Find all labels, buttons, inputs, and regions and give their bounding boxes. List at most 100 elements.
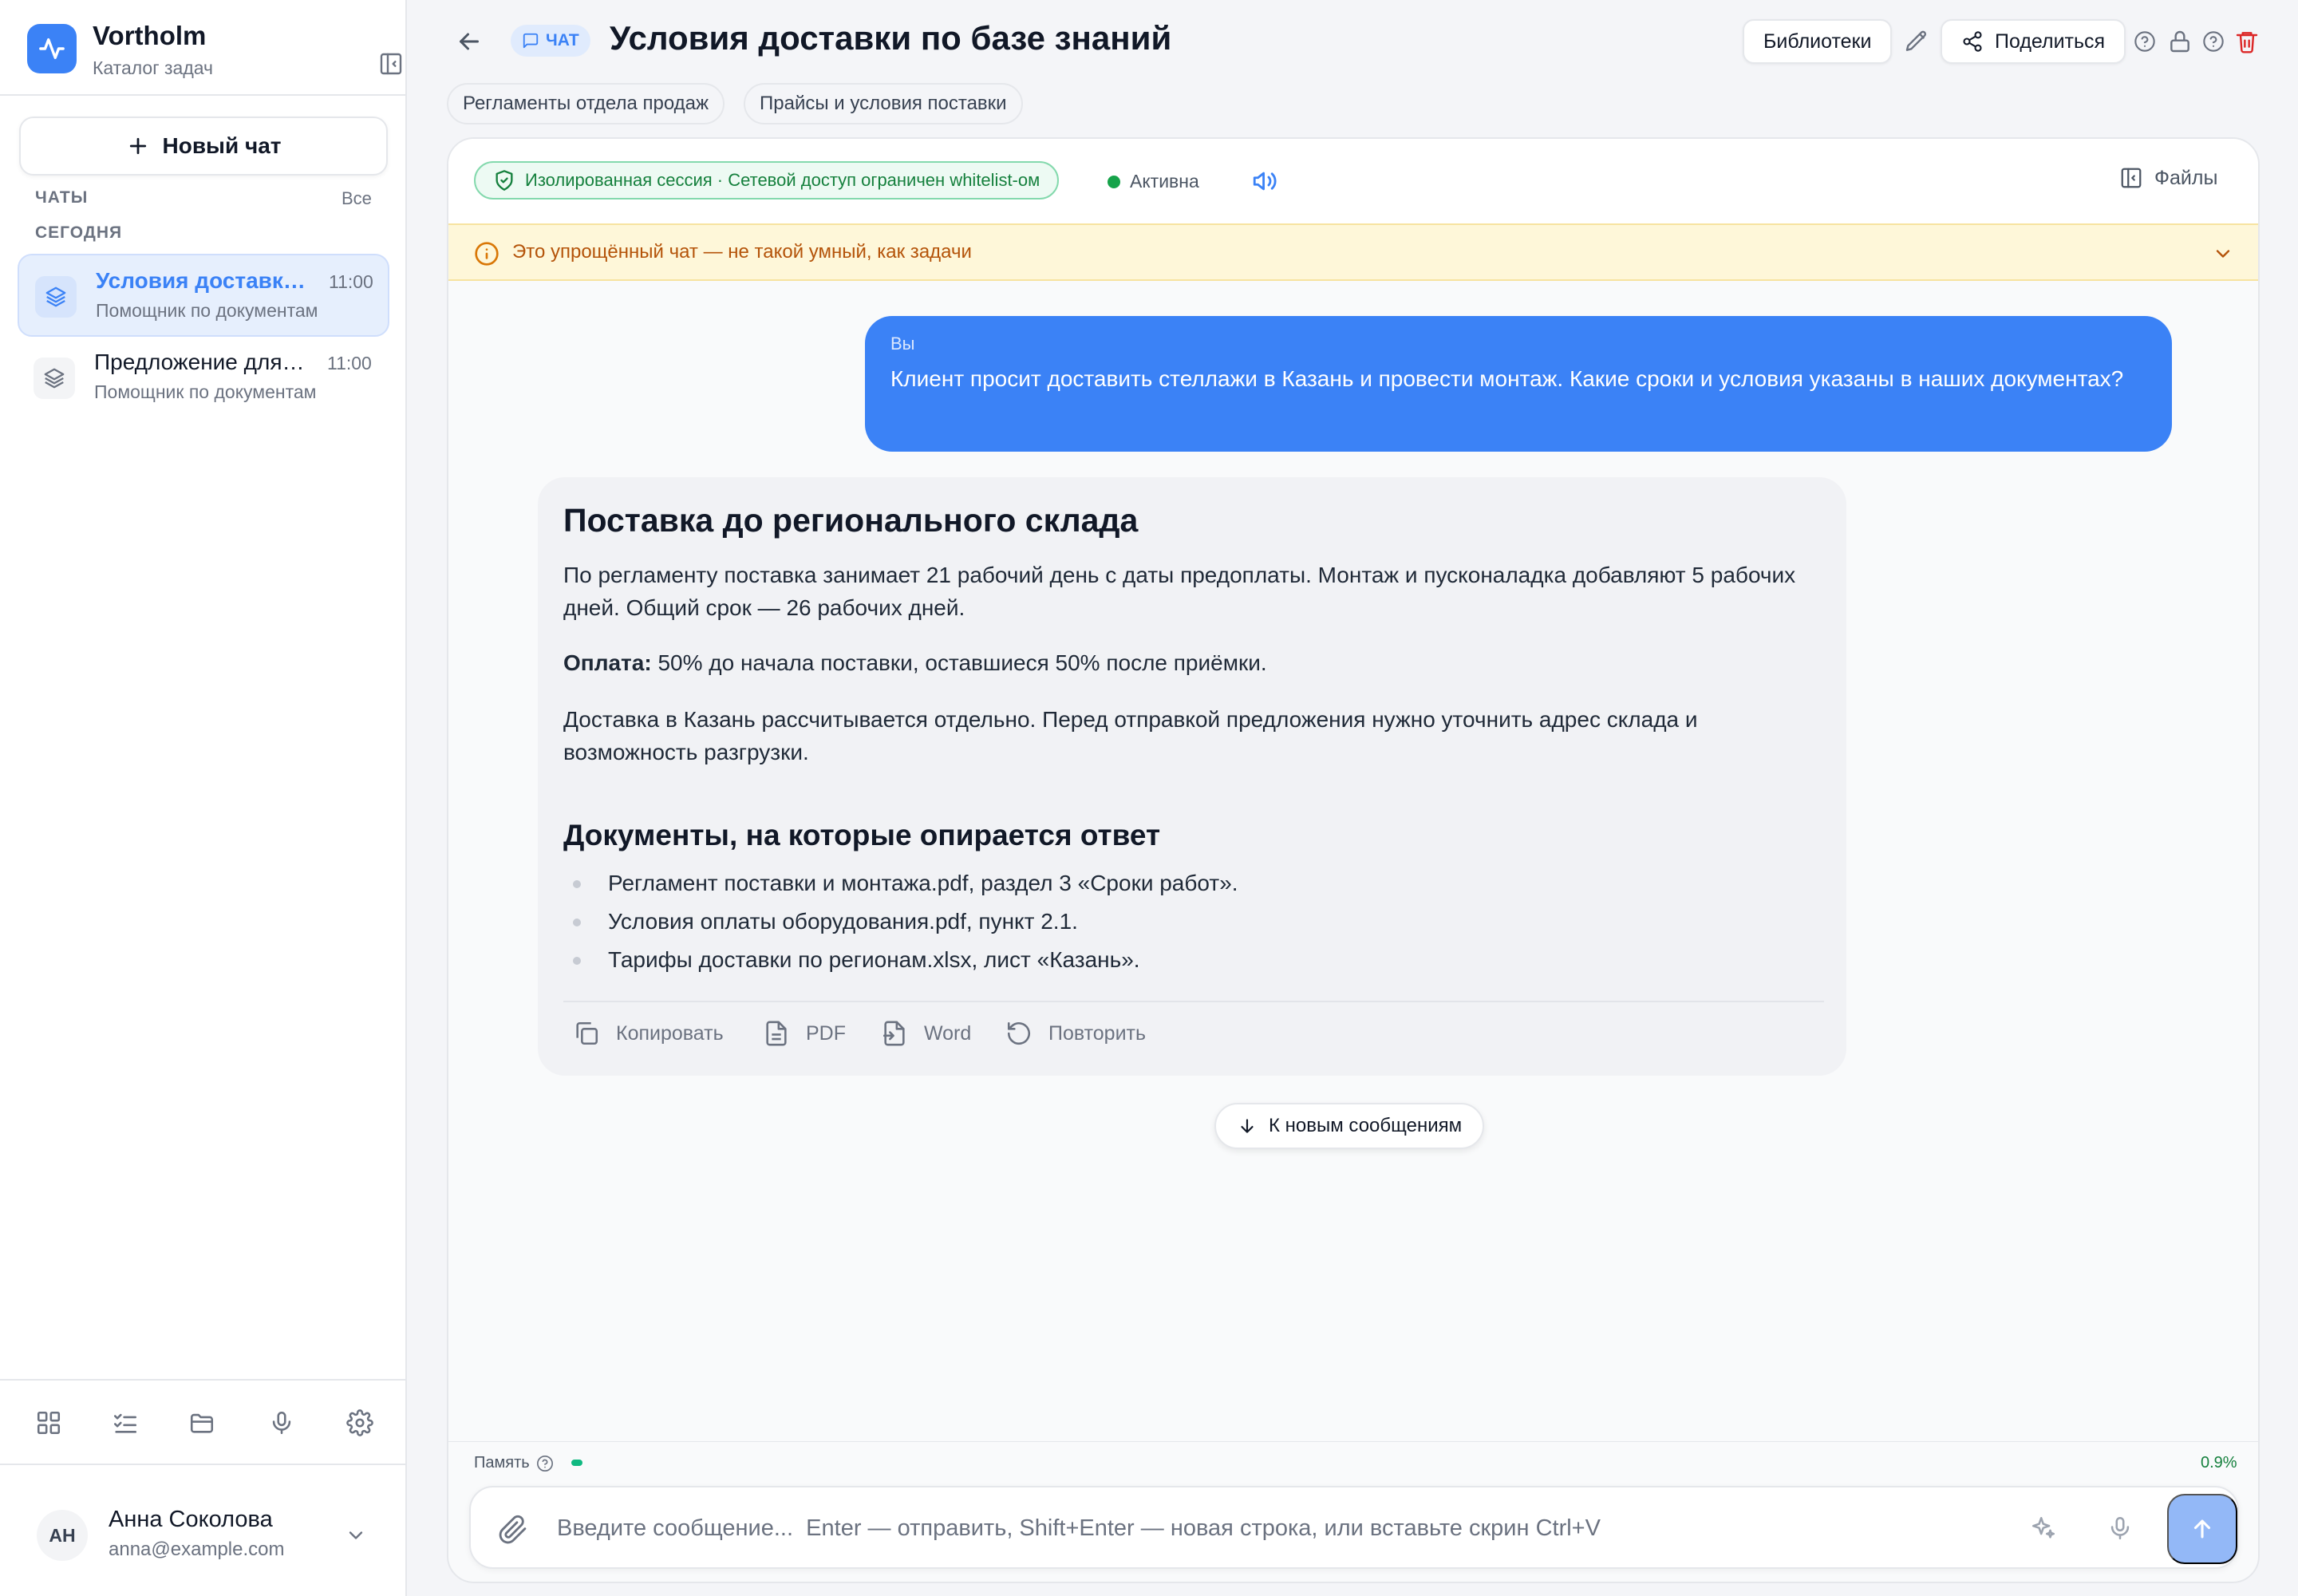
chat-time: 11:00 <box>327 353 372 373</box>
message-author: Вы <box>890 334 915 354</box>
copy-button[interactable]: Копировать <box>573 1020 724 1047</box>
files-label: Файлы <box>2154 166 2218 189</box>
plus-icon <box>126 134 150 158</box>
memory-usage-bar <box>571 1460 582 1466</box>
chat-title: Условия доставки по базе знаний <box>96 268 311 293</box>
lock-icon[interactable] <box>2167 29 2193 54</box>
tasks-icon[interactable] <box>112 1409 139 1436</box>
microphone-icon[interactable] <box>268 1409 295 1436</box>
message-input[interactable] <box>557 1507 2009 1550</box>
chat-list-item[interactable]: Условия доставки по базе знаний 11:00 По… <box>18 254 389 337</box>
microphone-icon[interactable] <box>2106 1515 2134 1542</box>
arrow-up-icon <box>2189 1515 2216 1543</box>
settings-icon[interactable] <box>346 1409 373 1436</box>
memory-percent: 0.9% <box>2201 1454 2237 1472</box>
info-icon <box>474 241 499 267</box>
answer-heading: Поставка до регионального склада <box>563 502 1139 539</box>
library-chip[interactable]: Прайсы и условия поставки <box>744 83 1023 124</box>
isolation-badge: Изолированная сессия · Сетевой доступ ог… <box>474 161 1060 200</box>
list-item: Регламент поставки и монтажа.pdf, раздел… <box>563 864 1824 903</box>
chats-section-label: ЧАТЫ <box>35 188 89 207</box>
back-arrow-icon[interactable] <box>455 27 484 56</box>
app-logo <box>27 24 77 73</box>
help-circle-icon[interactable] <box>2202 30 2225 53</box>
answer-paragraph: Доставка в Казань рассчитывается отдельн… <box>563 707 1698 764</box>
today-section-label: СЕГОДНЯ <box>35 223 123 242</box>
shield-check-icon <box>493 169 515 192</box>
export-pdf-button[interactable]: PDF <box>763 1020 846 1047</box>
message-actions: Копировать PDF Word Повторить <box>563 1001 1824 1057</box>
word-label: Word <box>924 1021 972 1045</box>
speaker-icon[interactable] <box>1251 168 1278 195</box>
library-chip[interactable]: Регламенты отдела продаж <box>447 83 725 124</box>
export-word-button[interactable]: Word <box>881 1020 971 1047</box>
chat-type-badge: ЧАТ <box>511 25 590 57</box>
help-circle-icon[interactable] <box>536 1455 554 1472</box>
refresh-icon <box>1005 1020 1033 1047</box>
session-status: Активна <box>1108 171 1199 192</box>
chat-subtitle: Помощник по документам <box>94 381 317 402</box>
layers-icon <box>34 358 75 399</box>
payment-label: Оплата: <box>563 650 652 675</box>
user-profile[interactable]: АН Анна Соколова anna@example.com <box>0 1468 405 1596</box>
payment-text: 50% до начала поставки, оставшиеся 50% п… <box>651 650 1267 675</box>
user-email: anna@example.com <box>109 1539 285 1560</box>
message-text: Клиент просит доставить стеллажи в Казан… <box>890 366 2124 391</box>
send-button[interactable] <box>2167 1494 2237 1564</box>
warning-banner[interactable]: Это упрощённый чат — не такой умный, как… <box>448 223 2258 281</box>
isolation-text: Изолированная сессия · Сетевой доступ ог… <box>525 170 1040 190</box>
sparkles-icon[interactable] <box>2030 1515 2057 1542</box>
app-name: Vortholm <box>93 21 207 50</box>
list-item: Тарифы доставки по регионам.xlsx, лист «… <box>563 941 1824 979</box>
paperclip-icon[interactable] <box>498 1515 528 1545</box>
chat-time: 11:00 <box>329 271 373 292</box>
share-button[interactable]: Поделиться <box>1941 19 2126 64</box>
assistant-message: Поставка до регионального склада По регл… <box>538 477 1846 1076</box>
panel-left-icon <box>2119 166 2143 190</box>
message-square-icon <box>522 32 539 49</box>
retry-button[interactable]: Повторить <box>1005 1020 1146 1047</box>
sidebar: Vortholm Каталог задач Новый чат ЧАТЫ Вс… <box>0 0 407 1596</box>
copy-label: Копировать <box>616 1021 724 1045</box>
pencil-icon[interactable] <box>1904 29 1929 54</box>
retry-label: Повторить <box>1048 1021 1147 1045</box>
share-icon <box>1961 30 1984 53</box>
folder-icon[interactable] <box>188 1409 215 1436</box>
warning-text: Это упрощённый чат — не такой умный, как… <box>512 241 972 263</box>
sidebar-divider <box>0 94 405 96</box>
libraries-button[interactable]: Библиотеки <box>1743 19 1893 64</box>
session-bar: Изолированная сессия · Сетевой доступ ог… <box>448 139 2258 223</box>
jump-to-new-button[interactable]: К новым сообщениям <box>1214 1103 1485 1149</box>
answer-paragraph: Оплата: 50% до начала поставки, оставшие… <box>563 646 1824 679</box>
user-name: Анна Соколова <box>109 1507 273 1532</box>
files-button[interactable]: Файлы <box>2119 166 2217 190</box>
chat-subtitle: Помощник по документам <box>96 300 318 321</box>
memory-label-text: Память <box>474 1454 530 1472</box>
sidebar-divider <box>0 1379 405 1381</box>
trash-icon[interactable] <box>2234 29 2260 54</box>
arrow-down-icon <box>1237 1116 1258 1136</box>
chevron-down-icon[interactable] <box>345 1524 367 1547</box>
file-text-icon <box>763 1020 790 1047</box>
pdf-label: PDF <box>806 1021 846 1045</box>
app-subtitle: Каталог задач <box>93 57 214 78</box>
new-chat-label: Новый чат <box>162 133 282 158</box>
chevron-down-icon[interactable] <box>2212 243 2234 265</box>
page-title: Условия доставки по базе знаний <box>610 19 1172 57</box>
sidebar-divider <box>0 1464 405 1465</box>
docs-heading: Документы, на которые опирается ответ <box>563 819 1161 851</box>
grid-icon[interactable] <box>35 1409 62 1436</box>
docs-list: Регламент поставки и монтажа.pdf, раздел… <box>563 864 1824 979</box>
chat-panel: Изолированная сессия · Сетевой доступ ог… <box>447 137 2260 1583</box>
status-text: Активна <box>1130 171 1199 192</box>
avatar: АН <box>37 1510 88 1561</box>
sidebar-collapse-icon[interactable] <box>378 51 404 77</box>
help-circle-icon[interactable] <box>2134 30 2156 53</box>
brand: Vortholm Каталог задач <box>27 21 402 81</box>
new-chat-button[interactable]: Новый чат <box>19 117 388 176</box>
file-export-icon <box>881 1020 908 1047</box>
message-composer <box>469 1486 2239 1569</box>
chat-list-item[interactable]: Предложение для нового клиента 11:00 Пом… <box>18 337 389 420</box>
share-button-label: Поделиться <box>1995 30 2106 53</box>
all-chats-link[interactable]: Все <box>342 188 372 209</box>
